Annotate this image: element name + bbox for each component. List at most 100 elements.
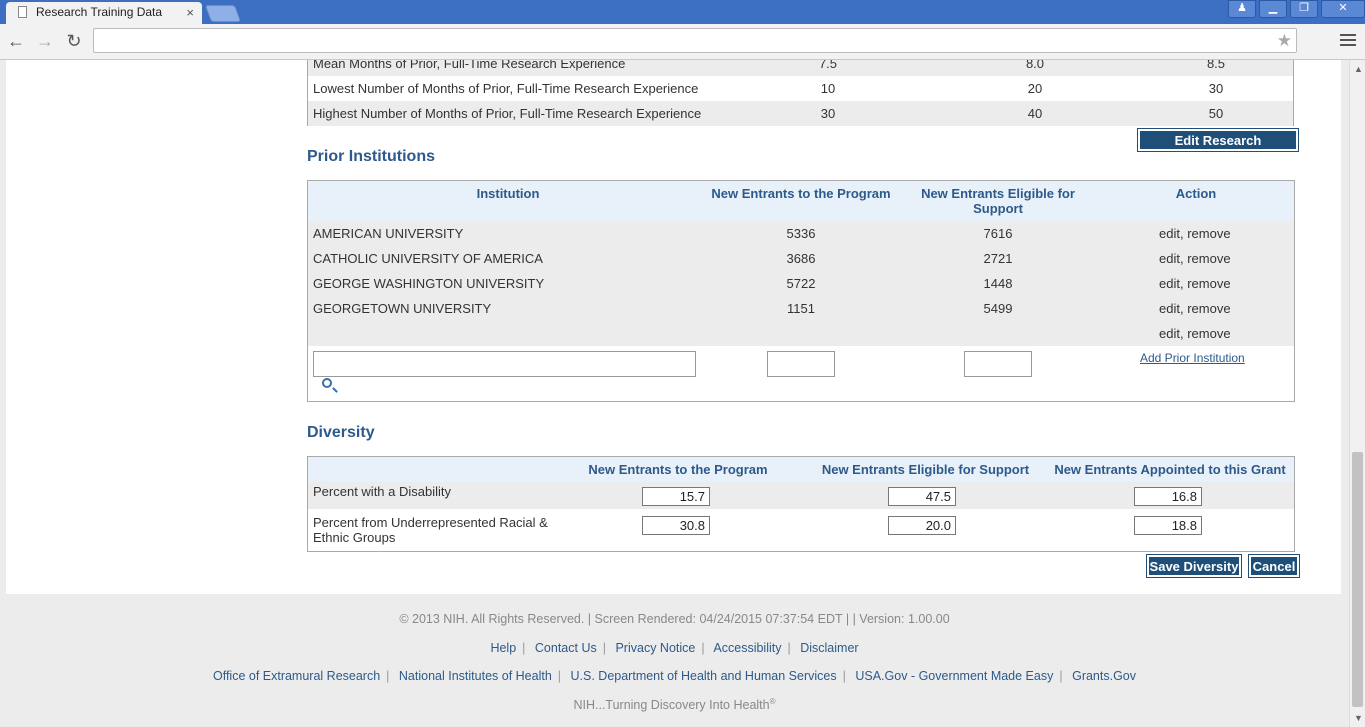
scroll-up-arrow-icon[interactable]: ▲	[1354, 64, 1363, 74]
value-cell: 20	[1027, 81, 1043, 96]
add-prior-institution-link[interactable]: Add Prior Institution	[1140, 351, 1245, 365]
column-header: New Entrants Eligible for Support	[821, 462, 1030, 477]
value-cell: 40	[1027, 106, 1043, 121]
contact-us-link[interactable]: Contact Us	[535, 641, 597, 655]
institution-name: GEORGE WASHINGTON UNIVERSITY	[313, 276, 545, 291]
edit-link[interactable]: edit	[1159, 251, 1180, 266]
table-row: edit, remove	[1159, 326, 1231, 341]
value-cell: 8.0	[1025, 60, 1045, 71]
user-icon[interactable]: ♟	[1228, 0, 1256, 18]
value-cell: 7.5	[818, 60, 838, 71]
grants-gov-link[interactable]: Grants.Gov	[1072, 669, 1136, 683]
edit-link[interactable]: edit	[1159, 326, 1180, 341]
new-entrants-input[interactable]	[767, 351, 835, 377]
underrepresented-entrants-input[interactable]: 30.8	[642, 516, 710, 535]
edit-link[interactable]: edit	[1159, 276, 1180, 291]
page-scrollbar[interactable]: ▲ ▼	[1349, 60, 1365, 727]
value-cell: 10	[820, 81, 836, 96]
nih-link[interactable]: National Institutes of Health	[399, 669, 552, 683]
accessibility-link[interactable]: Accessibility	[713, 641, 781, 655]
institution-name: CATHOLIC UNIVERSITY OF AMERICA	[313, 251, 543, 266]
diversity-table: New Entrants to the Program New Entrants…	[307, 456, 1295, 552]
address-bar[interactable]: ★	[93, 28, 1297, 53]
research-experience-table: Mean Months of Prior, Full-Time Research…	[307, 60, 1294, 126]
value-cell: 8.5	[1206, 60, 1226, 71]
disability-entrants-input[interactable]: 15.7	[642, 487, 710, 506]
row-label: Percent from Underrepresented Racial & E…	[313, 515, 548, 545]
entrants-cell: 3686	[786, 251, 816, 266]
table-row: CATHOLIC UNIVERSITY OF AMERICA 3686 2721…	[308, 246, 1293, 271]
registered-mark: ®	[769, 697, 776, 706]
row-label: Mean Months of Prior, Full-Time Research…	[313, 60, 626, 71]
prior-institutions-table: Institution New Entrants to the Program …	[307, 180, 1295, 402]
underrepresented-appointed-input[interactable]: 18.8	[1134, 516, 1202, 535]
remove-link[interactable]: remove	[1187, 301, 1230, 316]
table-row: GEORGETOWN UNIVERSITY 1151 5499 edit, re…	[308, 296, 1293, 321]
table-row: Percent with a Disability 15.7 47.5 16.8	[308, 482, 1294, 509]
institution-name: AMERICAN UNIVERSITY	[313, 226, 464, 241]
row-label: Percent with a Disability	[313, 484, 451, 499]
value-cell: 30	[820, 106, 836, 121]
help-link[interactable]: Help	[490, 641, 516, 655]
usa-gov-link[interactable]: USA.Gov - Government Made Easy	[855, 669, 1053, 683]
edit-research-experience-button[interactable]: Edit Research Experience	[1137, 128, 1299, 167]
reload-icon[interactable]: ↻	[63, 30, 85, 52]
eligible-input[interactable]	[964, 351, 1032, 377]
scroll-down-arrow-icon[interactable]: ▼	[1354, 713, 1363, 723]
tab-title: Research Training Data	[36, 5, 163, 19]
eligible-cell: 7616	[983, 226, 1013, 241]
forward-arrow-icon[interactable]: →	[34, 30, 56, 52]
entrants-cell: 5336	[786, 226, 816, 241]
entrants-cell: 5722	[786, 276, 816, 291]
edit-link[interactable]: edit	[1159, 301, 1180, 316]
remove-link[interactable]: remove	[1187, 226, 1230, 241]
institution-rows: AMERICAN UNIVERSITY 5336 7616 edit, remo…	[308, 221, 1294, 346]
new-tab-button[interactable]	[204, 5, 242, 22]
column-header: New Entrants to the Program	[711, 186, 891, 201]
disability-eligible-input[interactable]: 47.5	[888, 487, 956, 506]
edit-link[interactable]: edit	[1159, 226, 1180, 241]
entrants-cell: 1151	[787, 301, 815, 316]
maximize-button[interactable]: ❐	[1290, 0, 1318, 18]
value-cell: 50	[1208, 106, 1224, 121]
scrollbar-thumb[interactable]	[1352, 452, 1363, 707]
disability-appointed-input[interactable]: 16.8	[1134, 487, 1202, 506]
browser-toolbar: ← → ↻ ★	[0, 24, 1365, 60]
back-arrow-icon[interactable]: ←	[5, 30, 27, 52]
remove-link[interactable]: remove	[1187, 251, 1230, 266]
underrepresented-eligible-input[interactable]: 20.0	[888, 516, 956, 535]
column-header: New Entrants Appointed to this Grant	[1054, 462, 1286, 477]
hamburger-menu-icon[interactable]	[1340, 34, 1356, 49]
footer-links-primary: Help | Contact Us | Privacy Notice | Access…	[490, 641, 859, 655]
institution-name-input[interactable]	[313, 351, 696, 377]
browser-tab[interactable]: Research Training Data ×	[6, 2, 202, 24]
tab-close-icon[interactable]: ×	[186, 2, 194, 23]
remove-link[interactable]: remove	[1187, 326, 1230, 341]
table-header: New Entrants to the Program New Entrants…	[308, 457, 1294, 482]
table-header: Institution New Entrants to the Program …	[308, 181, 1294, 221]
table-row: AMERICAN UNIVERSITY 5336 7616 edit, remo…	[308, 221, 1293, 246]
tagline-text: NIH...Turning Discovery Into Health	[573, 698, 770, 713]
privacy-notice-link[interactable]: Privacy Notice	[615, 641, 695, 655]
footer-links-secondary: Office of Extramural Research | National …	[212, 669, 1137, 683]
remove-link[interactable]: remove	[1187, 276, 1230, 291]
search-icon[interactable]	[322, 378, 332, 388]
save-diversity-button[interactable]: Save Diversity	[1146, 554, 1242, 578]
table-row: Highest Number of Months of Prior, Full-…	[308, 101, 1293, 126]
hhs-link[interactable]: U.S. Department of Health and Human Serv…	[571, 669, 837, 683]
diversity-title: Diversity	[307, 424, 375, 441]
column-header: New Entrants to the Program	[588, 462, 768, 477]
minimize-button[interactable]: ▁	[1259, 0, 1287, 18]
table-row: Lowest Number of Months of Prior, Full-T…	[308, 76, 1293, 101]
cancel-button[interactable]: Cancel	[1248, 554, 1300, 578]
eligible-cell: 5499	[983, 301, 1013, 316]
column-header: New Entrants Eligible for Support	[921, 186, 1075, 216]
prior-institutions-title: Prior Institutions	[307, 148, 435, 165]
extramural-research-link[interactable]: Office of Extramural Research	[213, 669, 380, 683]
table-row: GEORGE WASHINGTON UNIVERSITY 5722 1448 e…	[308, 271, 1293, 296]
bookmark-star-icon[interactable]: ★	[1277, 31, 1292, 51]
document-icon	[18, 6, 27, 18]
close-window-button[interactable]: ✕	[1321, 0, 1365, 18]
row-label: Highest Number of Months of Prior, Full-…	[313, 106, 702, 121]
disclaimer-link[interactable]: Disclaimer	[800, 641, 858, 655]
